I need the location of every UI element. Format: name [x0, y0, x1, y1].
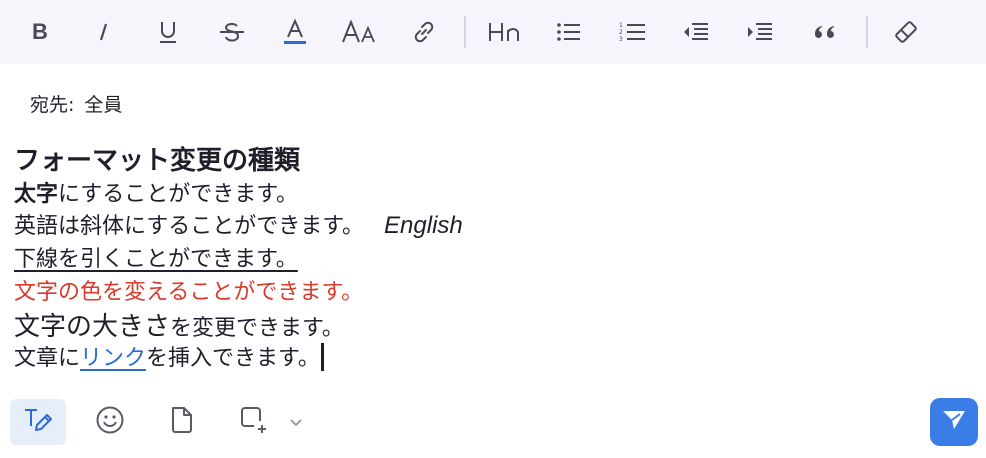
clear-format-icon[interactable] [888, 14, 924, 50]
strikethrough-icon[interactable] [214, 14, 250, 50]
toolbar-divider [464, 16, 466, 48]
format-text-icon [23, 406, 53, 438]
format-text-button[interactable] [10, 399, 66, 445]
send-button[interactable] [930, 398, 978, 446]
svg-text:3: 3 [619, 36, 623, 43]
toolbar-divider [866, 16, 868, 48]
italic-example-line: 英語は斜体にすることができます。 English [14, 208, 463, 240]
file-icon [169, 405, 195, 439]
text-color-icon[interactable] [277, 14, 313, 50]
svg-text:1: 1 [619, 22, 623, 29]
link-icon[interactable] [406, 14, 442, 50]
chevron-down-icon [288, 413, 304, 432]
send-icon [941, 408, 967, 436]
svg-text:2: 2 [619, 29, 623, 36]
quote-icon[interactable] [807, 14, 843, 50]
plain-text: を挿入できます。 [146, 346, 320, 371]
formatting-toolbar: B 123 [0, 0, 986, 64]
color-example-line: 文字の色を変えることができます。 [14, 280, 364, 305]
indent-icon[interactable] [742, 14, 778, 50]
inline-link[interactable]: リンク [80, 346, 146, 371]
large-text: 文字の大きさ [14, 312, 171, 342]
plain-text: 英語は斜体にすることができます。 [14, 214, 365, 239]
add-frame-button[interactable] [230, 399, 278, 445]
bold-text: 太字 [14, 182, 59, 207]
italic-text: English [384, 212, 463, 239]
text-cursor [320, 343, 324, 371]
outdent-icon[interactable] [678, 14, 714, 50]
link-example-line: 文章にリンクを挿入できます。 [14, 340, 324, 372]
svg-text:B: B [32, 21, 48, 43]
emoji-button[interactable] [86, 399, 134, 445]
bold-example-line: 太字にすることができます。 [14, 176, 298, 208]
font-size-icon[interactable] [340, 14, 380, 50]
attach-file-button[interactable] [158, 399, 206, 445]
plain-text: を変更できます。 [170, 316, 344, 341]
underline-icon[interactable] [150, 14, 186, 50]
message-heading: フォーマット変更の種類 [14, 146, 301, 176]
underline-example-line: 下線を引くことができます。 [14, 247, 298, 272]
recipient-value[interactable]: 全員 [84, 94, 122, 116]
plain-text: にすることができます。 [58, 182, 299, 207]
new-frame-icon [238, 404, 270, 440]
heading-icon[interactable] [486, 14, 526, 50]
more-options-button[interactable] [276, 399, 316, 445]
numbered-list-icon[interactable]: 123 [615, 14, 651, 50]
size-example-line: 文字の大きさを変更できます。 [14, 306, 344, 343]
plain-text: 文章に [14, 346, 81, 371]
italic-icon[interactable] [86, 14, 122, 50]
bulleted-list-icon[interactable] [551, 14, 587, 50]
recipient-row[interactable]: 宛先: 全員 [30, 90, 122, 117]
recipient-label: 宛先: [30, 94, 75, 116]
emoji-icon [95, 405, 125, 439]
bold-icon[interactable]: B [22, 14, 58, 50]
